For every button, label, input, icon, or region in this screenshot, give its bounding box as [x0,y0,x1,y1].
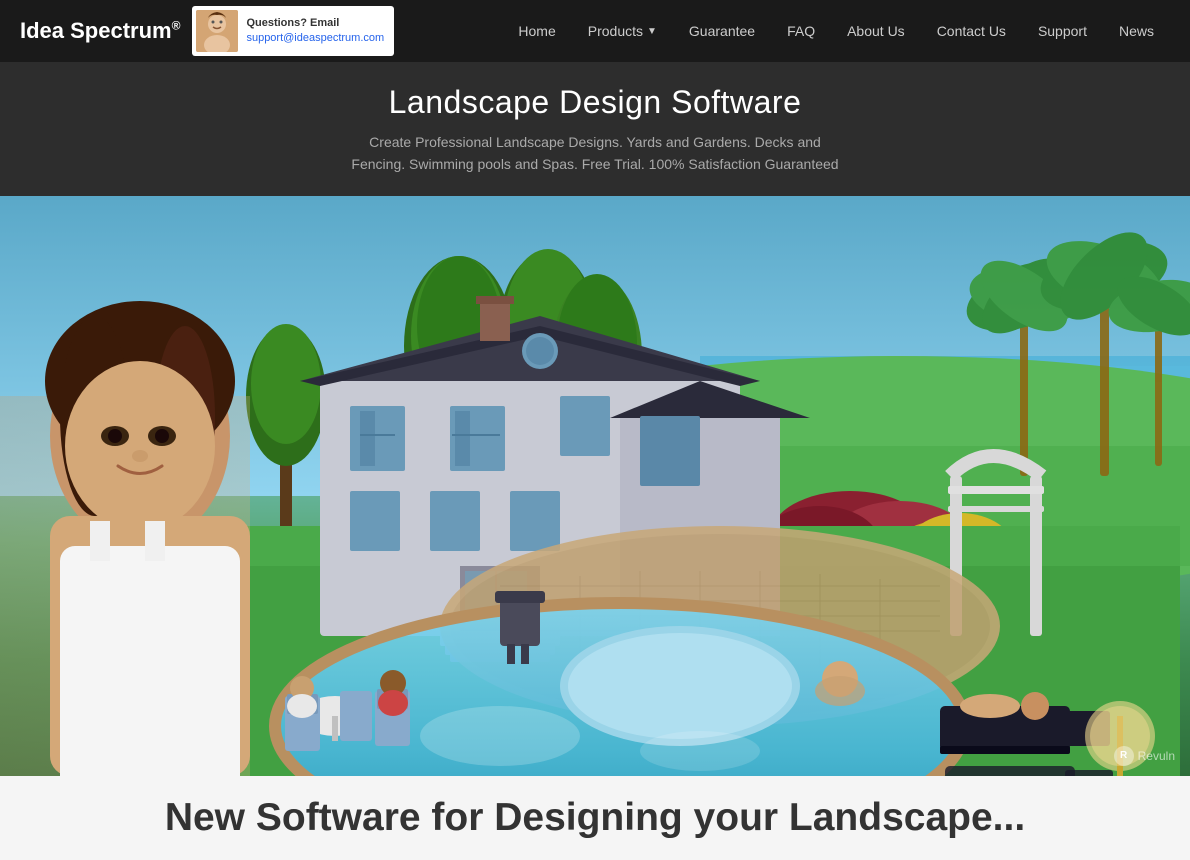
nav-item-products[interactable]: Products ▼ [572,0,673,62]
nav-item-about[interactable]: About Us [831,0,921,62]
support-text: Questions? Email support@ideaspectrum.co… [246,16,384,47]
nav-item-faq[interactable]: FAQ [771,0,831,62]
support-avatar [196,10,238,52]
hero-title: Landscape Design Software [20,84,1170,121]
logo-text[interactable]: Idea Spectrum® [20,18,180,44]
bottom-section: New Software for Designing your Landscap… [0,776,1190,860]
site-header: Idea Spectrum® Questions? Email support@… [0,0,1190,62]
watermark: R Revuln [1114,746,1175,766]
nav-item-home[interactable]: Home [502,0,571,62]
main-nav: Home Products ▼ Guarantee FAQ About Us C… [502,0,1170,62]
bottom-title: New Software for Designing your Landscap… [20,796,1170,840]
hero-subtitle: Create Professional Landscape Designs. Y… [295,131,895,176]
hero-image: R Revuln [0,196,1190,776]
nav-item-news[interactable]: News [1103,0,1170,62]
nav-item-contact[interactable]: Contact Us [921,0,1022,62]
watermark-icon: R [1114,746,1134,766]
hero-banner: Landscape Design Software Create Profess… [0,62,1190,196]
products-dropdown-arrow: ▼ [647,26,657,37]
nav-item-guarantee[interactable]: Guarantee [673,0,771,62]
nav-item-support[interactable]: Support [1022,0,1103,62]
support-banner[interactable]: Questions? Email support@ideaspectrum.co… [192,6,394,56]
logo-area: Idea Spectrum® Questions? Email support@… [20,6,394,56]
